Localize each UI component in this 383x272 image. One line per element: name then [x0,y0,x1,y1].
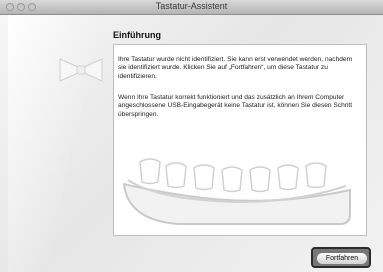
intro-paragraph: Ihre Tastatur wurde nicht identifiziert.… [118,56,353,80]
title-bar: Tastatur-Assistent [0,0,383,15]
continue-button-focus-ring: Fortfahren [311,247,371,268]
window-title: Tastatur-Assistent [155,1,228,11]
continue-button[interactable]: Fortfahren [316,252,368,265]
skip-paragraph: Wenn Ihre Tastatur korrekt funktioniert … [118,94,353,118]
keyboard-illustration-icon [122,158,351,225]
bowtie-icon [59,58,103,82]
assistant-window: Tastatur-Assistent Einführung Ihre Tasta… [0,0,383,272]
section-heading: Einführung [113,30,161,40]
